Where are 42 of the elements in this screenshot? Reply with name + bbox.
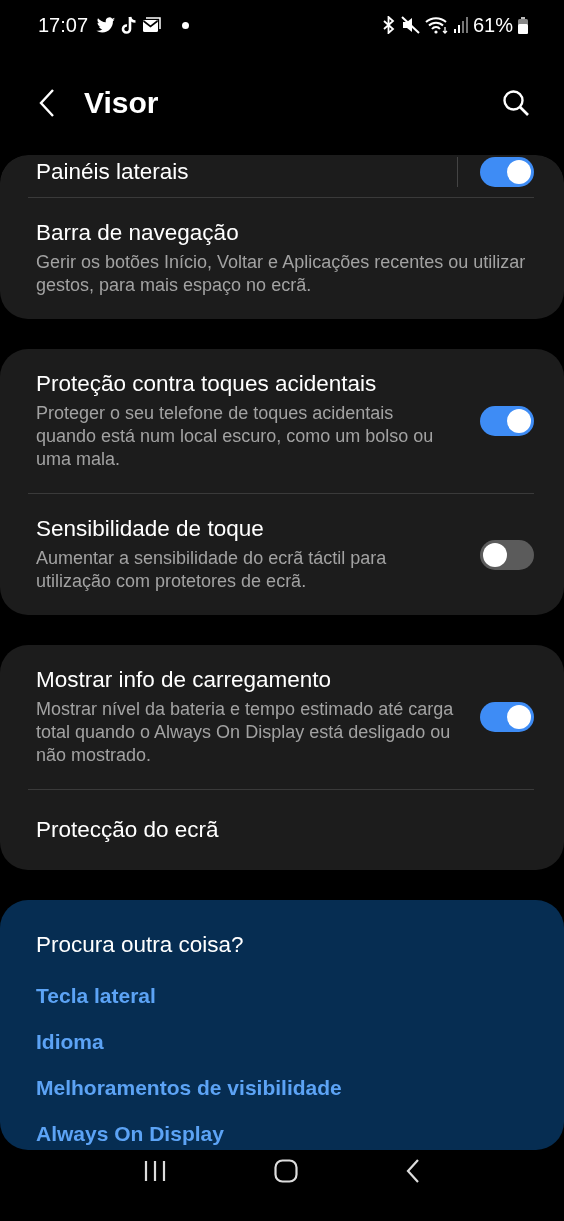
setting-title: Proteção contra toques acidentais [36,371,378,397]
setting-row[interactable]: Painéis laterais [36,155,534,197]
setting-title: Barra de navegação [36,220,240,246]
toggle-switch[interactable] [480,702,534,732]
mail-icon [142,17,162,33]
setting-description: Proteger o seu telefone de toques acidentais quando está num local escuro, como um bolso ou uma mala. [36,402,435,471]
notification-dot-icon [182,21,190,29]
setting-row[interactable]: Protecção do ecrã [36,790,534,870]
suggestion-link[interactable]: Tecla lateral [36,984,528,1008]
setting-title: Sensibilidade de toque [36,516,265,542]
suggestion-link[interactable]: Idioma [36,1030,528,1054]
mute-icon [400,16,420,34]
toggle-switch[interactable] [480,539,534,570]
suggestion-link[interactable]: Melhoramentos de visibilidade [36,1076,528,1100]
status-time: 17:07 [38,13,89,37]
page-title: Visor [84,85,159,120]
setting-description: Mostrar nível da bateria e tempo estimado até carga total quando o Always On Display está desligado ou não mostrado. [36,698,455,767]
setting-row[interactable]: Proteção contra toques acidentais Proteger o seu telefone de toques acidentais quando está num local escuro, como um bolso ou uma mala. [36,349,534,493]
back-icon[interactable] [38,87,56,118]
setting-title: Protecção do ecrã [36,817,220,843]
battery-percentage: 61% [472,13,513,37]
home-icon[interactable] [274,1158,298,1183]
setting-description: Gerir os botões Início, Voltar e Aplicações recentes ou utilizar gestos, para mais espaço no ecrã. [36,251,527,297]
back-icon[interactable] [404,1157,421,1184]
music-note-icon [121,15,138,35]
battery-icon [518,16,528,34]
signal-icon [453,17,468,33]
setting-row[interactable]: Barra de navegação Gerir os botões Início, Voltar e Aplicações recentes ou utilizar gestos, para mais espaço no ecrã. [36,198,534,319]
search-icon[interactable] [502,88,530,117]
suggestion-link[interactable]: Always On Display [36,1122,528,1146]
setting-row[interactable]: Mostrar info de carregamento Mostrar nível da bateria e tempo estimado até carga total quando o Always On Display está desligado ou não mostrado. [36,645,534,789]
setting-row[interactable]: Sensibilidade de toque Aumentar a sensibilidade do ecrã táctil para utilização com protetores de ecrã. [36,494,534,615]
toggle-switch[interactable] [480,157,534,187]
setting-title: Painéis laterais [36,159,190,185]
wifi-icon [424,16,449,34]
bird-icon [96,16,117,34]
suggestions-title: Procura outra coisa? [36,932,245,958]
setting-title: Mostrar info de carregamento [36,667,333,693]
toggle-switch[interactable] [480,406,534,436]
bluetooth-icon [381,16,396,34]
setting-description: Aumentar a sensibilidade do ecrã táctil para utilização com protetores de ecrã. [36,547,388,593]
recent-apps-icon[interactable] [143,1159,168,1182]
